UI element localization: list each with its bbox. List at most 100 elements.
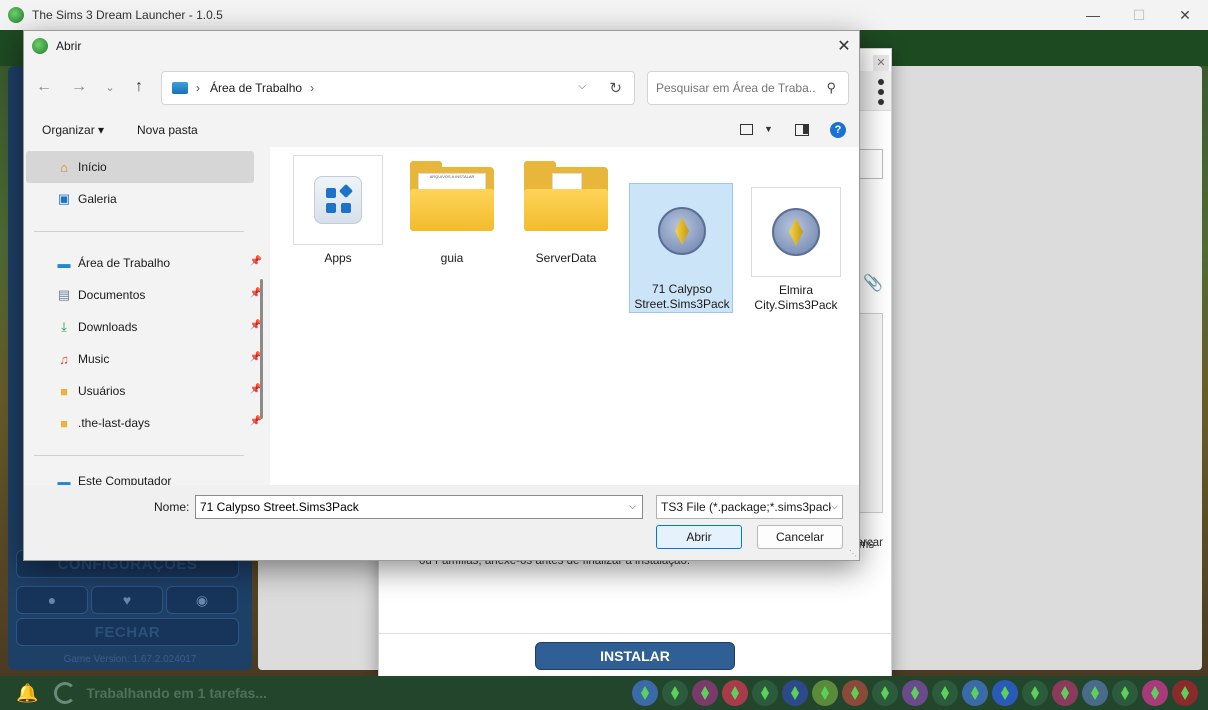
expansion-icon[interactable] [1142, 680, 1168, 706]
expansion-icon[interactable] [662, 680, 688, 706]
nav-item-music[interactable]: ♫ Music 📌 [26, 343, 262, 375]
app-logo-icon [8, 7, 24, 23]
nav-item-label: Início [78, 160, 107, 174]
view-dropdown-icon[interactable]: ▼ [764, 124, 773, 134]
steam-icon[interactable]: ◉ [166, 586, 238, 614]
file-item-serverdata[interactable]: ServerData [514, 153, 618, 283]
file-type-select[interactable]: TS3 File (*.package;*.sims3pack ⌵ [656, 495, 843, 519]
recent-locations-chevron-icon[interactable]: ⌄ [100, 77, 120, 97]
divider [34, 231, 244, 232]
chevron-right-icon[interactable]: › [310, 81, 314, 95]
expansion-icon[interactable] [692, 680, 718, 706]
nav-item-users[interactable]: ■ Usuários 📌 [26, 375, 262, 407]
file-name-label: Nome: [154, 500, 190, 514]
new-folder-button[interactable]: Nova pasta [137, 123, 198, 137]
organize-menu[interactable]: Organizar ▾ [42, 123, 104, 137]
cancel-button[interactable]: Cancelar [757, 525, 843, 549]
organize-label: Organizar [42, 123, 95, 137]
address-bar[interactable]: › Área de Trabalho › ⌵ ↻ [161, 71, 635, 105]
help-icon[interactable]: ? [830, 122, 846, 138]
close-window-button[interactable]: ✕ [1162, 0, 1208, 30]
expansion-icon[interactable] [722, 680, 748, 706]
file-type-value: TS3 File (*.package;*.sims3pack [661, 500, 835, 514]
nav-item-label: Este Computador [78, 474, 172, 485]
file-item-guia[interactable]: ARQUIVOS A INSTALAR guia [400, 153, 504, 283]
folder-icon: ■ [60, 415, 68, 431]
search-icon[interactable]: ⚲ [826, 80, 836, 96]
file-label: 71 Calypso Street.Sims3Pack [634, 282, 730, 311]
file-label: guia [440, 251, 464, 265]
donate-heart-icon[interactable]: ♥ [91, 586, 163, 614]
expansion-icon[interactable] [1022, 680, 1048, 706]
expansion-icon[interactable] [1112, 680, 1138, 706]
sims3pack-icon [751, 187, 841, 277]
expansion-icon[interactable] [992, 680, 1018, 706]
search-input[interactable] [656, 81, 816, 95]
expansion-icon[interactable] [782, 680, 808, 706]
nav-item-documents[interactable]: ▤ Documentos 📌 [26, 279, 262, 311]
file-name-input[interactable] [200, 500, 620, 514]
expansion-icon[interactable] [1082, 680, 1108, 706]
nav-scrollbar[interactable] [260, 279, 263, 419]
divider [379, 633, 891, 634]
back-arrow-icon[interactable]: ← [34, 77, 54, 97]
expansion-icon[interactable] [962, 680, 988, 706]
minimize-button[interactable]: — [1070, 0, 1116, 30]
title-bar: The Sims 3 Dream Launcher - 1.0.5 — ☐ ✕ [0, 0, 1208, 30]
file-item-apps[interactable]: Apps [286, 153, 390, 283]
preview-pane-icon[interactable] [795, 124, 809, 136]
attach-paperclip-icon[interactable]: 📎 [863, 273, 883, 293]
nav-item-home[interactable]: ⌂ Início [26, 151, 254, 183]
more-options-icon[interactable] [873, 77, 889, 107]
bell-icon[interactable]: 🔔 [16, 683, 38, 704]
nav-item-this-pc[interactable]: ▬ Este Computador [26, 465, 254, 486]
nav-item-downloads[interactable]: ⤓ Downloads 📌 [26, 311, 262, 343]
file-item-calypso-street[interactable]: 71 Calypso Street.Sims3Pack [629, 183, 733, 313]
expansion-icon[interactable] [1052, 680, 1078, 706]
github-icon[interactable]: ● [16, 586, 88, 614]
forward-arrow-icon[interactable]: → [69, 77, 89, 97]
chevron-down-icon[interactable]: ⌵ [831, 501, 838, 512]
installer-note-side: arcar [856, 537, 883, 549]
installer-list-scroll[interactable] [859, 313, 883, 513]
expansion-icon[interactable] [1172, 680, 1198, 706]
file-label: ServerData [535, 251, 597, 265]
expansion-icon[interactable] [632, 680, 658, 706]
folder-icon: ■ [60, 383, 68, 399]
expansion-icon[interactable] [902, 680, 928, 706]
dialog-close-icon[interactable]: ✕ [829, 31, 859, 61]
install-button[interactable]: INSTALAR [535, 642, 735, 670]
nav-item-label: Downloads [78, 320, 138, 334]
nav-item-desktop[interactable]: ▬ Área de Trabalho 📌 [26, 247, 263, 279]
file-item-elmira-city[interactable]: Elmira City.Sims3Pack [744, 185, 848, 315]
refresh-icon[interactable]: ↻ [609, 79, 622, 97]
view-mode-icon[interactable] [740, 124, 753, 135]
file-list-pane: Apps ARQUIVOS A INSTALAR guia ServerData… [270, 147, 859, 485]
chevron-down-icon[interactable]: ⌵ [629, 501, 636, 512]
file-label: Elmira City.Sims3Pack [754, 283, 838, 312]
pin-icon[interactable]: 📌 [250, 256, 262, 267]
music-icon: ♫ [59, 351, 69, 367]
installer-close-icon[interactable]: ✕ [873, 55, 889, 71]
desktop-icon: ▬ [57, 255, 71, 271]
divider [34, 455, 244, 456]
chevron-right-icon[interactable]: › [196, 81, 200, 95]
expansion-icon[interactable] [812, 680, 838, 706]
nav-item-gallery[interactable]: ▣ Galeria [26, 183, 254, 215]
open-button[interactable]: Abrir [656, 525, 742, 549]
home-icon: ⌂ [60, 159, 68, 175]
close-launcher-button[interactable]: FECHAR [16, 618, 239, 646]
expansion-icon[interactable] [842, 680, 868, 706]
resize-grip-icon[interactable]: ⋱ [849, 549, 857, 558]
nav-item-the-last-days[interactable]: ■ .the-last-days 📌 [26, 407, 262, 439]
search-box[interactable]: ⚲ [647, 71, 849, 105]
file-name-field[interactable]: ⌵ [195, 495, 643, 519]
file-name-area: Nome: ⌵ TS3 File (*.package;*.sims3pack … [24, 485, 859, 560]
expansion-icon[interactable] [752, 680, 778, 706]
address-dropdown-icon[interactable]: ⌵ [578, 81, 586, 92]
up-arrow-icon[interactable]: ↑ [129, 77, 149, 97]
expansion-icon[interactable] [872, 680, 898, 706]
loading-spinner-icon [54, 682, 77, 704]
breadcrumb-desktop[interactable]: Área de Trabalho [210, 81, 302, 95]
expansion-icon[interactable] [932, 680, 958, 706]
